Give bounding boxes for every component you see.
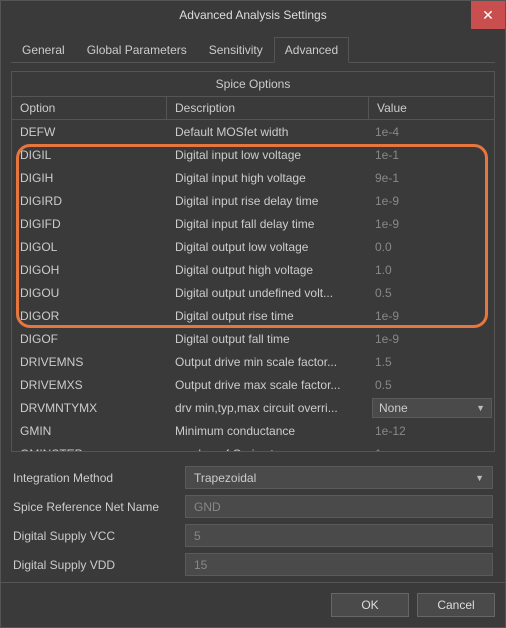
button-bar: OK Cancel (1, 582, 505, 627)
header-value[interactable]: Value (369, 97, 494, 119)
table-row[interactable]: DIGOLDigital output low voltage0.0 (12, 235, 494, 258)
cell-description: Digital output rise time (167, 306, 369, 326)
cell-description: number of Gmin steps (167, 444, 369, 452)
table-row[interactable]: DIGIRDDigital input rise delay time1e-9 (12, 189, 494, 212)
cell-description: Digital input low voltage (167, 145, 369, 165)
cell-value[interactable]: 1e-9 (369, 215, 494, 233)
input-spice-ref[interactable] (185, 495, 493, 518)
spice-options-panel: Spice Options Option Description Value D… (11, 71, 495, 452)
cell-option: DRIVEMNS (12, 352, 167, 372)
titlebar-title: Advanced Analysis Settings (179, 8, 326, 22)
chevron-down-icon: ▼ (476, 403, 485, 413)
table-row[interactable]: DIGOFDigital output fall time1e-9 (12, 327, 494, 350)
close-button[interactable]: ✕ (471, 1, 505, 29)
cell-description: Output drive min scale factor... (167, 352, 369, 372)
table-row[interactable]: DIGOUDigital output undefined volt...0.5 (12, 281, 494, 304)
tab-general[interactable]: General (11, 37, 76, 62)
tab-global-parameters[interactable]: Global Parameters (76, 37, 198, 62)
cell-option: DIGOL (12, 237, 167, 257)
header-option[interactable]: Option (12, 97, 167, 119)
table-header: Option Description Value (12, 97, 494, 120)
table-row[interactable]: DIGIFDDigital input fall delay time1e-9 (12, 212, 494, 235)
cell-value-dropdown[interactable]: None ▼ (372, 398, 492, 418)
header-description[interactable]: Description (167, 97, 369, 119)
cell-description: Digital output fall time (167, 329, 369, 349)
cell-value[interactable]: 0.5 (369, 376, 494, 394)
cell-description: Digital input fall delay time (167, 214, 369, 234)
cell-value[interactable]: 1e-12 (369, 422, 494, 440)
table-row[interactable]: DIGOHDigital output high voltage1.0 (12, 258, 494, 281)
select-integration-method[interactable]: Trapezoidal ▼ (185, 466, 493, 489)
dropdown-value: None (379, 401, 408, 415)
cell-option: DIGOR (12, 306, 167, 326)
label-digital-vdd: Digital Supply VDD (13, 558, 175, 572)
label-integration-method: Integration Method (13, 471, 175, 485)
table-row[interactable]: DIGORDigital output rise time1e-9 (12, 304, 494, 327)
titlebar: Advanced Analysis Settings ✕ (1, 1, 505, 29)
cell-option: DIGIFD (12, 214, 167, 234)
ok-button[interactable]: OK (331, 593, 409, 617)
table-row[interactable]: DIGIHDigital input high voltage9e-1 (12, 166, 494, 189)
cell-description: drv min,typ,max circuit overri... (167, 398, 370, 418)
cell-description: Digital output undefined volt... (167, 283, 369, 303)
select-value: Trapezoidal (194, 471, 256, 485)
cell-value[interactable]: 1e-9 (369, 307, 494, 325)
cell-option: GMIN (12, 421, 167, 441)
cell-value[interactable]: 1.0 (369, 261, 494, 279)
dialog-window: Advanced Analysis Settings ✕ General Glo… (0, 0, 506, 628)
cell-option: DIGIH (12, 168, 167, 188)
tab-advanced[interactable]: Advanced (274, 37, 349, 63)
cell-option: DEFW (12, 122, 167, 142)
label-spice-ref: Spice Reference Net Name (13, 500, 175, 514)
form-area: Integration Method Trapezoidal ▼ Spice R… (11, 460, 495, 578)
cancel-button[interactable]: Cancel (417, 593, 495, 617)
tab-sensitivity[interactable]: Sensitivity (198, 37, 274, 62)
table-body[interactable]: DEFWDefault MOSfet width1e-4DIGILDigital… (12, 120, 494, 451)
dialog-content: General Global Parameters Sensitivity Ad… (1, 29, 505, 582)
cell-value[interactable]: 0.0 (369, 238, 494, 256)
close-icon: ✕ (482, 7, 494, 24)
tab-bar: General Global Parameters Sensitivity Ad… (11, 37, 495, 63)
cell-value[interactable]: 1e-9 (369, 192, 494, 210)
table-row[interactable]: GMINSTEPnumber of Gmin steps1 (12, 442, 494, 451)
table-row[interactable]: DEFWDefault MOSfet width1e-4 (12, 120, 494, 143)
cell-value[interactable]: 1e-1 (369, 146, 494, 164)
cell-option: DIGIL (12, 145, 167, 165)
label-digital-vcc: Digital Supply VCC (13, 529, 175, 543)
input-digital-vcc[interactable] (185, 524, 493, 547)
table-row[interactable]: DRIVEMXSOutput drive max scale factor...… (12, 373, 494, 396)
cell-description: Digital input high voltage (167, 168, 369, 188)
table-row[interactable]: DRIVEMNSOutput drive min scale factor...… (12, 350, 494, 373)
cell-description: Digital output low voltage (167, 237, 369, 257)
chevron-down-icon: ▼ (475, 473, 484, 483)
panel-title: Spice Options (12, 72, 494, 97)
cell-option: DIGIRD (12, 191, 167, 211)
cell-description: Default MOSfet width (167, 122, 369, 142)
cell-option: DRIVEMXS (12, 375, 167, 395)
cell-description: Output drive max scale factor... (167, 375, 369, 395)
form-row-digital-vdd: Digital Supply VDD (13, 553, 493, 576)
form-row-digital-vcc: Digital Supply VCC (13, 524, 493, 547)
cell-option: DRVMNTYMX (12, 398, 167, 418)
cell-value[interactable]: 1.5 (369, 353, 494, 371)
cell-value[interactable]: 1e-4 (369, 123, 494, 141)
table-row[interactable]: GMINMinimum conductance1e-12 (12, 419, 494, 442)
cell-value[interactable]: 9e-1 (369, 169, 494, 187)
cell-option: DIGOU (12, 283, 167, 303)
cell-description: Digital input rise delay time (167, 191, 369, 211)
table-row[interactable]: DRVMNTYMXdrv min,typ,max circuit overri.… (12, 396, 494, 419)
cell-option: GMINSTEP (12, 444, 167, 452)
input-digital-vdd[interactable] (185, 553, 493, 576)
cell-option: DIGOF (12, 329, 167, 349)
cell-value[interactable]: 1 (369, 445, 494, 452)
cell-description: Digital output high voltage (167, 260, 369, 280)
cell-value[interactable]: 1e-9 (369, 330, 494, 348)
form-row-integration-method: Integration Method Trapezoidal ▼ (13, 466, 493, 489)
cell-value[interactable]: 0.5 (369, 284, 494, 302)
cell-option: DIGOH (12, 260, 167, 280)
table-row[interactable]: DIGILDigital input low voltage1e-1 (12, 143, 494, 166)
form-row-spice-ref: Spice Reference Net Name (13, 495, 493, 518)
cell-description: Minimum conductance (167, 421, 369, 441)
